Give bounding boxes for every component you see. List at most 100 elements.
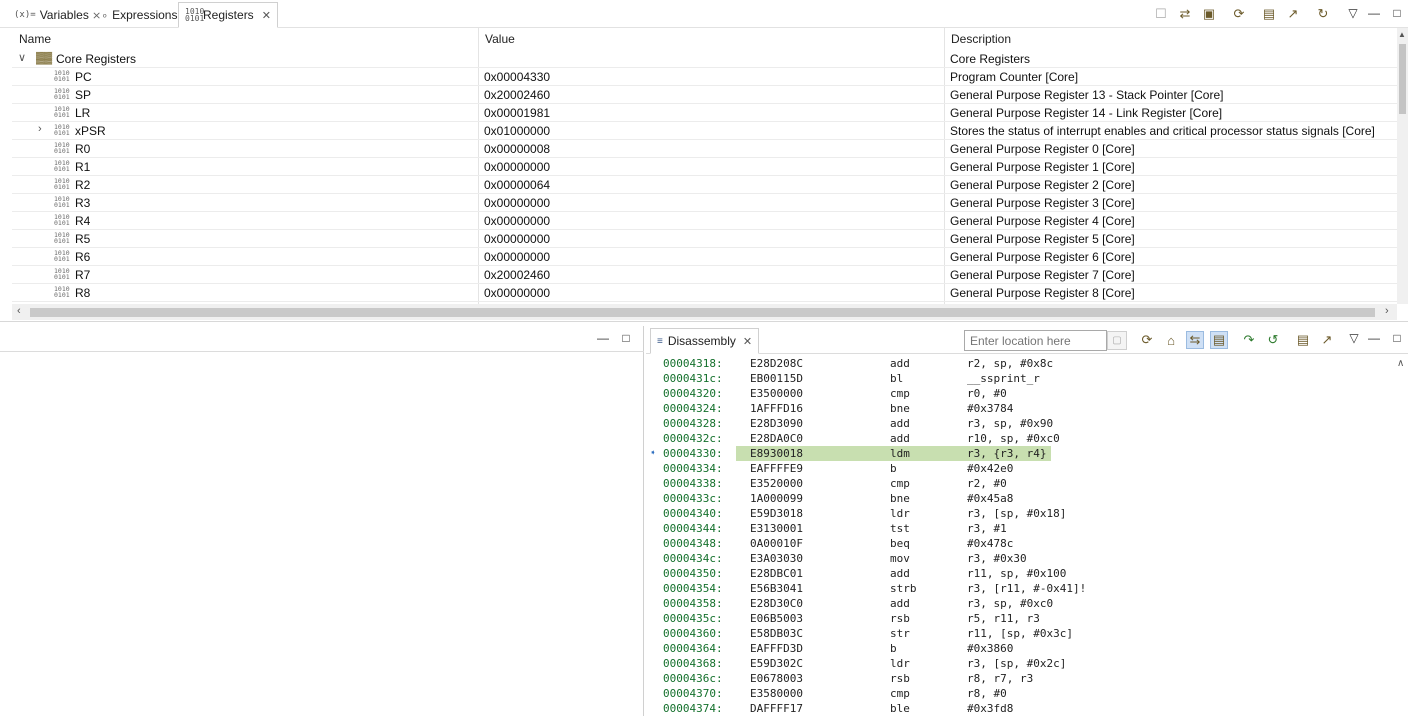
register-value[interactable]: 0x00000000 — [484, 160, 550, 174]
table-row[interactable]: 1010 0101 R0 0x00000008 General Purpose Regi… — [12, 140, 1397, 158]
disassembly-line[interactable]: 00004348: 0A00010F beq #0x478c — [646, 536, 1396, 551]
go-to-location-icon[interactable]: ▢ — [1107, 331, 1127, 350]
step-return-icon[interactable]: ↺ — [1264, 331, 1282, 349]
tab-disassembly[interactable]: ≡ Disassembly ✕ — [650, 328, 760, 354]
disassembly-line[interactable]: 00004334: EAFFFFE9 b #0x42e0 — [646, 461, 1396, 476]
tab-variables[interactable]: (x)= Variables — [8, 3, 95, 27]
disassembly-line[interactable]: 00004374: DAFFFF17 ble #0x3fd8 — [646, 701, 1396, 716]
table-row[interactable]: 1010 0101 R8 0x00000000 General Purpose Regi… — [12, 284, 1397, 302]
disassembly-line[interactable]: 00004328: E28D3090 add r3, sp, #0x90 — [646, 416, 1396, 431]
location-input[interactable] — [964, 330, 1107, 351]
column-header-value[interactable]: Value — [485, 32, 515, 46]
sync-icon[interactable]: ↻ — [1314, 5, 1332, 23]
disassembly-vertical-scrollbar[interactable]: ∧ — [1396, 356, 1408, 716]
register-value[interactable]: 0x00000000 — [484, 214, 550, 228]
scroll-left-icon[interactable]: ‹ — [17, 305, 21, 317]
table-row[interactable]: 1010 0101 R3 0x00000000 General Purpose Regi… — [12, 194, 1397, 212]
table-row[interactable]: 1010 0101 R6 0x00000000 General Purpose Regi… — [12, 248, 1397, 266]
disassembly-line[interactable]: 00004350: E28DBC01 add r11, sp, #0x100 — [646, 566, 1396, 581]
table-row[interactable]: 1010 0101 R7 0x20002460 General Purpose Regi… — [12, 266, 1397, 284]
register-value[interactable]: 0x00000000 — [484, 286, 550, 300]
collapse-icon[interactable]: ☐ — [1152, 5, 1170, 23]
minimize-icon[interactable]: — — [1366, 330, 1382, 346]
disassembly-line[interactable]: 00004370: E3580000 cmp r8, #0 — [646, 686, 1396, 701]
register-value[interactable]: 0x00000000 — [484, 232, 550, 246]
new-view-icon[interactable]: ▤ — [1294, 331, 1312, 349]
view-menu-icon[interactable]: ▽ — [1345, 5, 1361, 21]
disassembly-line[interactable]: 0000434c: E3A03030 mov r3, #0x30 — [646, 551, 1396, 566]
refresh-icon[interactable]: ⟳ — [1138, 331, 1156, 349]
register-value[interactable]: 0x00000008 — [484, 142, 550, 156]
disassembly-line[interactable]: 00004360: E58DB03C str r11, [sp, #0x3c] — [646, 626, 1396, 641]
new-view-icon[interactable]: ▤ — [1260, 5, 1278, 23]
disassembly-line[interactable]: 00004324: 1AFFFD16 bne #0x3784 — [646, 401, 1396, 416]
view-menu-icon[interactable]: ▽ — [1346, 330, 1362, 346]
table-row[interactable]: 1010 0101 R1 0x00000000 General Purpose Regi… — [12, 158, 1397, 176]
instruction-opcode: E3500000 — [750, 387, 803, 400]
disassembly-line[interactable]: 00004368: E59D302C ldr r3, [sp, #0x2c] — [646, 656, 1396, 671]
table-row[interactable]: 1010 0101 SP 0x20002460 General Purpose Regi… — [12, 86, 1397, 104]
maximize-icon[interactable]: □ — [618, 330, 634, 346]
registers-horizontal-scrollbar[interactable]: ‹ › — [12, 304, 1397, 320]
tab-expressions[interactable]: ⨯∘ Expressions — [86, 3, 183, 27]
scroll-thumb[interactable] — [30, 308, 1375, 317]
register-value[interactable]: 0x00000064 — [484, 178, 550, 192]
column-header-name[interactable]: Name — [19, 32, 51, 46]
disassembly-line[interactable]: 00004344: E3130001 tst r3, #1 — [646, 521, 1396, 536]
scroll-up-icon[interactable]: ▲ — [1398, 30, 1406, 39]
minimize-icon[interactable]: — — [595, 330, 611, 346]
register-value[interactable]: 0x00004330 — [484, 70, 550, 84]
disassembly-line[interactable]: 00004318: E28D208C add r2, sp, #0x8c — [646, 356, 1396, 371]
instruction-mnemonic: ldr — [890, 507, 910, 520]
disassembly-line[interactable]: 00004338: E3520000 cmp r2, #0 — [646, 476, 1396, 491]
disassembly-line[interactable]: ➧ 00004330: E8930018 ldm r3, {r3, r4} — [646, 446, 1396, 461]
registers-vertical-scrollbar[interactable]: ▲ — [1397, 28, 1408, 304]
chevron-right-icon[interactable]: › — [38, 123, 42, 135]
register-value[interactable]: 0x01000000 — [484, 124, 550, 138]
disassembly-line[interactable]: 00004364: EAFFFD3D b #0x3860 — [646, 641, 1396, 656]
instruction-operands: r3, sp, #0x90 — [967, 417, 1054, 430]
link-with-editor-icon[interactable]: ⇆ — [1186, 331, 1204, 349]
table-row[interactable]: 1010 0101 PC 0x00004330 Program Counter [Cor… — [12, 68, 1397, 86]
chevron-down-icon[interactable]: ∨ — [18, 51, 26, 64]
close-icon[interactable]: ✕ — [262, 9, 271, 22]
maximize-icon[interactable]: □ — [1389, 5, 1405, 21]
scroll-thumb[interactable] — [1399, 44, 1406, 114]
disassembly-line[interactable]: 0000432c: E28DA0C0 add r10, sp, #0xc0 — [646, 431, 1396, 446]
minimize-icon[interactable]: — — [1366, 5, 1382, 21]
register-value[interactable]: 0x00000000 — [484, 196, 550, 210]
table-row[interactable]: › 1010 0101 xPSR 0x01000000 Stores the status… — [12, 122, 1397, 140]
scroll-up-icon[interactable]: ∧ — [1397, 358, 1404, 369]
pin-icon[interactable]: ↗ — [1284, 5, 1302, 23]
table-row[interactable]: 1010 0101 R2 0x00000064 General Purpose Regi… — [12, 176, 1397, 194]
tab-registers[interactable]: 1010 0101 Registers ✕ — [178, 2, 278, 28]
step-over-icon[interactable]: ↷ — [1240, 331, 1258, 349]
close-icon[interactable]: ✕ — [743, 335, 752, 348]
disassembly-line[interactable]: 00004358: E28D30C0 add r3, sp, #0xc0 — [646, 596, 1396, 611]
table-row[interactable]: 1010 0101 LR 0x00001981 General Purpose Regi… — [12, 104, 1397, 122]
home-icon[interactable]: ⌂ — [1162, 331, 1180, 349]
table-row[interactable]: 1010 0101 R4 0x00000000 General Purpose Regi… — [12, 212, 1397, 230]
disassembly-line[interactable]: 00004340: E59D3018 ldr r3, [sp, #0x18] — [646, 506, 1396, 521]
maximize-icon[interactable]: □ — [1389, 330, 1405, 346]
disassembly-line[interactable]: 0000436c: E0678003 rsb r8, r7, r3 — [646, 671, 1396, 686]
register-value[interactable]: 0x20002460 — [484, 88, 550, 102]
refresh-icon[interactable]: ⟳ — [1230, 5, 1248, 23]
pin-icon[interactable]: ↗ — [1318, 331, 1336, 349]
disassembly-line[interactable]: 0000431c: EB00115D bl __ssprint_r — [646, 371, 1396, 386]
disassembly-line[interactable]: 0000435c: E06B5003 rsb r5, r11, r3 — [646, 611, 1396, 626]
show-source-icon[interactable]: ▤ — [1210, 331, 1228, 349]
scroll-right-icon[interactable]: › — [1385, 305, 1389, 317]
register-value[interactable]: 0x00000000 — [484, 250, 550, 264]
layout-icon[interactable]: ⇄ — [1176, 5, 1194, 23]
table-row-group[interactable]: ∨ ▓▓ Core Registers Core Registers — [12, 50, 1397, 68]
register-value[interactable]: 0x20002460 — [484, 268, 550, 282]
register-value[interactable]: 0x00001981 — [484, 106, 550, 120]
table-row[interactable]: 1010 0101 R5 0x00000000 General Purpose Regi… — [12, 230, 1397, 248]
disassembly-line[interactable]: 0000433c: 1A000099 bne #0x45a8 — [646, 491, 1396, 506]
column-header-description[interactable]: Description — [951, 32, 1011, 46]
toggle-icon[interactable]: ▣ — [1200, 5, 1218, 23]
disassembly-listing[interactable]: 00004318: E28D208C add r2, sp, #0x8c 0000431… — [646, 356, 1396, 716]
disassembly-line[interactable]: 00004354: E56B3041 strb r3, [r11, #-0x41]! — [646, 581, 1396, 596]
disassembly-line[interactable]: 00004320: E3500000 cmp r0, #0 — [646, 386, 1396, 401]
